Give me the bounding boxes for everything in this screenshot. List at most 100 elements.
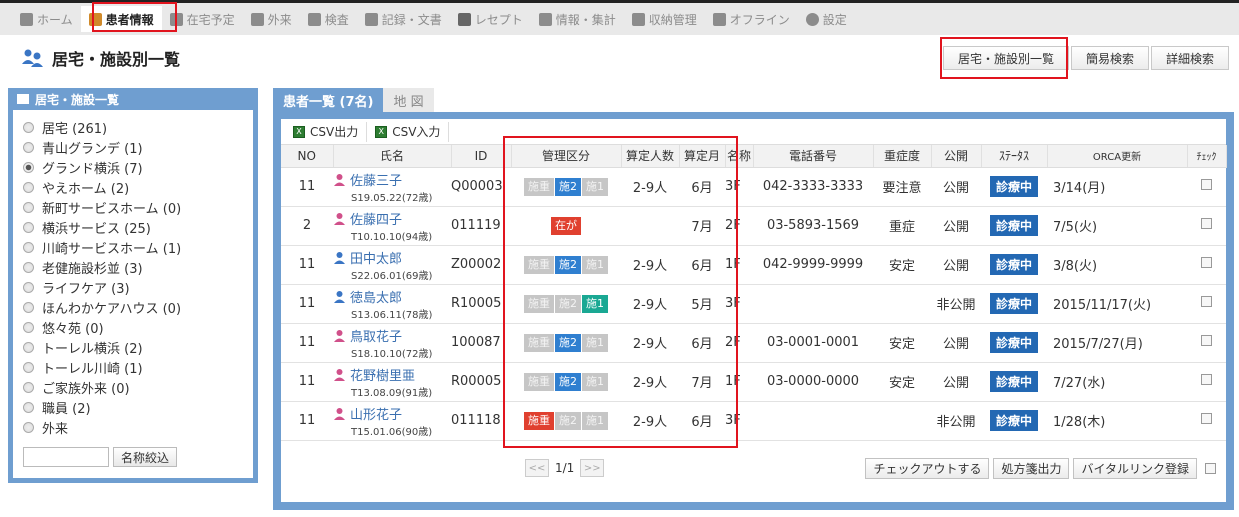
table-row[interactable]: 11 花野樹里亜 T13.08.09(91歳) R00005 施重 施2 施1 2-… — [281, 362, 1226, 402]
nav-item-10[interactable]: 設定 — [798, 6, 855, 32]
facility-radio[interactable] — [23, 201, 34, 213]
status-badge[interactable]: 診療中 — [989, 254, 1038, 275]
select-all-checkbox[interactable] — [1205, 463, 1216, 474]
facility-item[interactable]: 新町サービスホーム (0) — [23, 197, 243, 217]
column-header[interactable]: ORCA更新 — [1047, 145, 1188, 168]
facility-radio[interactable] — [23, 301, 34, 313]
facility-item[interactable]: 老健施設杉並 (3) — [23, 257, 243, 277]
column-header[interactable]: 公開 — [931, 145, 982, 168]
table-row[interactable]: 11 鳥取花子 S18.10.10(72歳) 100087 施重 施2 施1 2-9… — [281, 323, 1226, 363]
nav-item-5[interactable]: 記録・文書 — [357, 6, 450, 32]
column-header[interactable]: 算定人数 — [621, 145, 680, 168]
facility-item[interactable]: ライフケア (3) — [23, 277, 243, 297]
column-header[interactable]: 氏名 — [333, 145, 452, 168]
status-badge[interactable]: 診療中 — [989, 176, 1038, 197]
facility-radio[interactable] — [23, 241, 34, 253]
nav-item-8[interactable]: 収納管理 — [624, 6, 705, 32]
facility-radio[interactable] — [23, 341, 34, 353]
facility-item[interactable]: やえホーム (2) — [23, 177, 243, 197]
patient-name-link[interactable]: 山形花子 — [350, 404, 402, 423]
simple-search-button[interactable]: 簡易検索 — [1070, 46, 1149, 70]
facility-item[interactable]: 青山グランデ (1) — [23, 137, 243, 157]
column-header[interactable]: ID — [451, 145, 512, 168]
facility-item[interactable]: 職員 (2) — [23, 397, 243, 417]
facility-item[interactable]: トーレル川崎 (1) — [23, 357, 243, 377]
table-row[interactable]: 11 山形花子 T15.01.06(90歳) 011118 施重 施2 施1 2-9… — [281, 401, 1226, 441]
patient-name-link[interactable]: 花野樹里亜 — [350, 365, 415, 384]
floor-cell: 1F — [725, 362, 753, 402]
facility-radio[interactable] — [23, 121, 34, 133]
prescription-button[interactable]: 処方箋出力 — [993, 458, 1070, 479]
patient-name-link[interactable]: 佐藤四子 — [350, 209, 402, 228]
status-badge[interactable]: 診療中 — [989, 332, 1038, 353]
facility-item[interactable]: 居宅 (261) — [23, 117, 243, 137]
facility-radio[interactable] — [23, 401, 34, 413]
patient-name-link[interactable]: 鳥取花子 — [350, 326, 402, 345]
row-checkbox[interactable] — [1201, 296, 1212, 307]
row-checkbox[interactable] — [1201, 257, 1212, 268]
facility-item[interactable]: グランド横浜 (7) — [23, 157, 243, 177]
column-header[interactable]: NO — [281, 145, 334, 168]
row-checkbox[interactable] — [1201, 374, 1212, 385]
facility-list-button[interactable]: 居宅・施設別一覧 — [942, 46, 1069, 70]
row-checkbox[interactable] — [1201, 413, 1212, 424]
table-row[interactable]: 11 徳島太郎 S13.06.11(78歳) R10005 施重 施2 施1 2-9… — [281, 284, 1226, 324]
patient-name-link[interactable]: 徳島太郎 — [350, 287, 402, 306]
status-badge[interactable]: 診療中 — [989, 410, 1038, 431]
facility-radio[interactable] — [23, 221, 34, 233]
patient-name-link[interactable]: 佐藤三子 — [350, 170, 402, 189]
facility-item[interactable]: 外来 — [23, 417, 243, 437]
facility-radio[interactable] — [23, 141, 34, 153]
table-row[interactable]: 11 佐藤三子 S19.05.22(72歳) Q00003 施重 施2 施1 2-9… — [281, 167, 1226, 207]
nav-item-1[interactable]: 患者情報 — [80, 6, 162, 32]
row-checkbox[interactable] — [1201, 179, 1212, 190]
row-checkbox[interactable] — [1201, 335, 1212, 346]
facility-radio[interactable] — [23, 421, 34, 433]
facility-radio[interactable] — [23, 361, 34, 373]
column-header[interactable]: 管理区分 — [511, 145, 622, 168]
facility-radio[interactable] — [23, 321, 34, 333]
tab-patient-list[interactable]: 患者一覧 (7名) — [273, 88, 384, 112]
nav-item-0[interactable]: ホーム — [12, 6, 81, 32]
column-header[interactable]: 名称 — [725, 145, 754, 168]
facility-radio[interactable] — [23, 281, 34, 293]
table-row[interactable]: 11 田中太郎 S22.06.01(69歳) Z00002 施重 施2 施1 2-9… — [281, 245, 1226, 285]
facility-item[interactable]: 川崎サービスホーム (1) — [23, 237, 243, 257]
vital-link-button[interactable]: バイタルリンク登録 — [1073, 458, 1197, 479]
column-header[interactable]: 電話番号 — [753, 145, 874, 168]
facility-radio[interactable] — [23, 181, 34, 193]
facility-filter-input[interactable] — [23, 447, 109, 467]
prev-page-button[interactable]: << — [525, 459, 549, 477]
column-header[interactable]: ｽﾃｰﾀｽ — [981, 145, 1048, 168]
checkout-button[interactable]: チェックアウトする — [865, 458, 990, 479]
tab-map[interactable]: 地 図 — [383, 88, 434, 112]
facility-radio[interactable] — [23, 261, 34, 273]
nav-item-3[interactable]: 外来 — [243, 6, 300, 32]
facility-item[interactable]: 悠々苑 (0) — [23, 317, 243, 337]
nav-item-9[interactable]: オフライン — [705, 6, 798, 32]
status-badge[interactable]: 診療中 — [989, 371, 1038, 392]
nav-item-7[interactable]: 情報・集計 — [531, 6, 624, 32]
column-header[interactable]: 算定月 — [679, 145, 726, 168]
csv-import-button[interactable]: X CSV入力 — [367, 121, 450, 142]
nav-item-6[interactable]: レセプト — [450, 6, 531, 32]
table-row[interactable]: 2 佐藤四子 T10.10.10(94歳) 011119 在が 7月 2F 03… — [281, 206, 1226, 246]
status-badge[interactable]: 診療中 — [989, 215, 1038, 236]
column-header[interactable]: 重症度 — [873, 145, 932, 168]
facility-radio[interactable] — [23, 381, 34, 393]
nav-item-4[interactable]: 検査 — [300, 6, 357, 32]
detail-search-button[interactable]: 詳細検索 — [1150, 46, 1229, 70]
facility-item[interactable]: ご家族外来 (0) — [23, 377, 243, 397]
nav-item-2[interactable]: 在宅予定 — [162, 6, 243, 32]
facility-item[interactable]: トーレル横浜 (2) — [23, 337, 243, 357]
filter-button[interactable]: 名称絞込 — [113, 447, 178, 467]
facility-item[interactable]: ほんわかケアハウス (0) — [23, 297, 243, 317]
row-checkbox[interactable] — [1201, 218, 1212, 229]
patient-name-link[interactable]: 田中太郎 — [350, 248, 402, 267]
column-header[interactable]: ﾁｪｯｸ — [1187, 145, 1227, 168]
facility-item[interactable]: 横浜サービス (25) — [23, 217, 243, 237]
csv-export-button[interactable]: X CSV出力 — [285, 121, 368, 142]
status-badge[interactable]: 診療中 — [989, 293, 1038, 314]
facility-radio[interactable] — [23, 161, 34, 173]
next-page-button[interactable]: >> — [580, 459, 605, 477]
